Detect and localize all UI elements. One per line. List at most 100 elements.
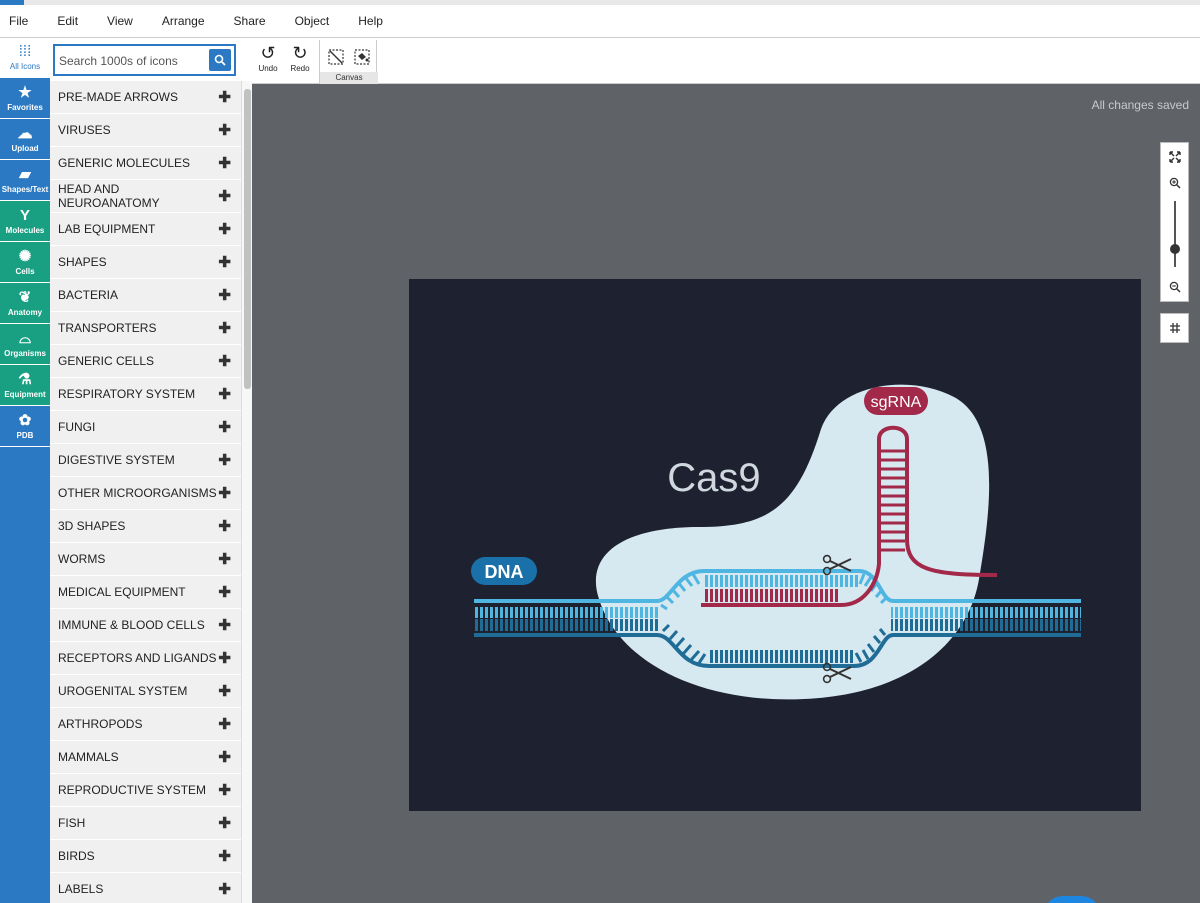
plus-icon: ✚ bbox=[218, 815, 231, 832]
kidney-icon: ❦ bbox=[18, 288, 32, 306]
category-label: IMMUNE & BLOOD CELLS bbox=[58, 618, 205, 632]
category-label: FUNGI bbox=[58, 420, 96, 434]
category-label: HEAD AND NEUROANATOMY bbox=[58, 182, 160, 210]
cell-icon: ✺ bbox=[18, 247, 32, 265]
category-item[interactable]: VIRUSES ✚ bbox=[50, 114, 241, 147]
plus-icon: ✚ bbox=[218, 155, 231, 172]
plus-icon: ✚ bbox=[218, 881, 231, 898]
category-item[interactable]: OTHER MICROORGANISMS ✚ bbox=[50, 477, 241, 510]
zoom-out-button[interactable] bbox=[1161, 280, 1188, 298]
grid-toggle-button[interactable] bbox=[1160, 313, 1189, 343]
grid-dots-icon: ⁞⁞⁞ bbox=[18, 43, 32, 60]
category-item[interactable]: IMMUNE & BLOOD CELLS ✚ bbox=[50, 609, 241, 642]
plus-icon: ✚ bbox=[218, 353, 231, 370]
rail-label: Shapes/Text bbox=[1, 184, 49, 194]
category-item[interactable]: LABELS ✚ bbox=[50, 873, 241, 903]
dna-top-open-rungs bbox=[704, 575, 859, 587]
rail-label: PDB bbox=[16, 430, 34, 440]
menu-arrange[interactable]: Arrange bbox=[162, 14, 205, 28]
plus-icon: ✚ bbox=[218, 122, 231, 139]
plus-icon: ✚ bbox=[218, 782, 231, 799]
menu-edit[interactable]: Edit bbox=[57, 14, 78, 28]
redo-button[interactable]: ↻ Redo bbox=[285, 42, 315, 73]
category-label: REPRODUCTIVE SYSTEM bbox=[58, 783, 207, 797]
cas9-label: Cas9 bbox=[667, 456, 760, 500]
zoom-slider-track[interactable] bbox=[1174, 201, 1176, 267]
category-item[interactable]: GENERIC MOLECULES ✚ bbox=[50, 147, 241, 180]
chat-help-button[interactable] bbox=[1043, 896, 1101, 903]
category-item[interactable]: 3D SHAPES ✚ bbox=[50, 510, 241, 543]
category-item[interactable]: BACTERIA ✚ bbox=[50, 279, 241, 312]
plus-icon: ✚ bbox=[218, 749, 231, 766]
zoom-in-button[interactable] bbox=[1161, 176, 1188, 194]
menu-share[interactable]: Share bbox=[234, 14, 266, 28]
artboard[interactable]: Cas9 sgRNA DNA bbox=[409, 279, 1141, 811]
undo-button[interactable]: ↺ Undo bbox=[253, 42, 283, 73]
category-item[interactable]: BIRDS ✚ bbox=[50, 840, 241, 873]
category-item[interactable]: LAB EQUIPMENT ✚ bbox=[50, 213, 241, 246]
category-item[interactable]: HEAD AND NEUROANATOMY ✚ bbox=[50, 180, 241, 213]
rail-pdb[interactable]: ✿ PDB bbox=[0, 406, 50, 447]
category-label: RESPIRATORY SYSTEM bbox=[58, 387, 196, 401]
rail-label: Organisms bbox=[4, 348, 46, 358]
rail-upload[interactable]: ☁ Upload bbox=[0, 119, 50, 160]
rail-cells[interactable]: ✺ Cells bbox=[0, 242, 50, 283]
rail-label: Molecules bbox=[5, 225, 45, 235]
category-label: LABELS bbox=[58, 882, 104, 896]
category-item[interactable]: RESPIRATORY SYSTEM ✚ bbox=[50, 378, 241, 411]
cloud-upload-icon: ☁ bbox=[17, 124, 33, 142]
resize-canvas-icon[interactable] bbox=[327, 48, 345, 66]
plus-icon: ✚ bbox=[218, 848, 231, 865]
category-label: UROGENITAL SYSTEM bbox=[58, 684, 188, 698]
canvas-workspace: All changes saved Cas9 sgRNA DNA bbox=[252, 84, 1200, 903]
rail-all-icons[interactable]: ⁞⁞⁞ All Icons bbox=[0, 38, 50, 78]
category-item[interactable]: FISH ✚ bbox=[50, 807, 241, 840]
edit-toolbar: ↺ Undo ↻ Redo Canvas bbox=[252, 38, 1200, 84]
zoom-slider-handle[interactable] bbox=[1170, 244, 1180, 254]
menu-bar: File Edit View Arrange Share Object Help bbox=[0, 5, 1200, 38]
category-item[interactable]: WORMS ✚ bbox=[50, 543, 241, 576]
shapes-text-icon: ▰ bbox=[19, 165, 31, 183]
scrollbar-thumb[interactable] bbox=[244, 89, 251, 389]
canvas-fill-icon[interactable] bbox=[353, 48, 371, 66]
category-label: ARTHROPODS bbox=[58, 717, 143, 731]
rail-molecules[interactable]: Y Molecules bbox=[0, 201, 50, 242]
category-item[interactable]: PRE-MADE ARROWS ✚ bbox=[50, 81, 241, 114]
fit-to-screen-button[interactable] bbox=[1161, 150, 1188, 168]
sgrna-guide-rungs bbox=[704, 589, 839, 602]
category-item[interactable]: UROGENITAL SYSTEM ✚ bbox=[50, 675, 241, 708]
search-input[interactable] bbox=[59, 51, 204, 70]
menu-help[interactable]: Help bbox=[358, 14, 383, 28]
menu-object[interactable]: Object bbox=[295, 14, 330, 28]
category-label: VIRUSES bbox=[58, 123, 111, 137]
rail-equipment[interactable]: ⚗ Equipment bbox=[0, 365, 50, 406]
rail-favorites[interactable]: ★ Favorites bbox=[0, 78, 50, 119]
rail-shapes-text[interactable]: ▰ Shapes/Text bbox=[0, 160, 50, 201]
canvas-group-label: Canvas bbox=[320, 72, 378, 84]
menu-file[interactable]: File bbox=[9, 14, 28, 28]
dna-strand-left-bottom-rungs bbox=[474, 619, 659, 631]
category-item[interactable]: SHAPES ✚ bbox=[50, 246, 241, 279]
menu-view[interactable]: View bbox=[107, 14, 133, 28]
star-icon: ★ bbox=[18, 83, 32, 101]
canvas-tool-group: Canvas bbox=[319, 40, 378, 84]
category-item[interactable]: RECEPTORS AND LIGANDS ✚ bbox=[50, 642, 241, 675]
plus-icon: ✚ bbox=[218, 452, 231, 469]
category-item[interactable]: DIGESTIVE SYSTEM ✚ bbox=[50, 444, 241, 477]
antibody-icon: Y bbox=[19, 206, 30, 224]
category-scrollbar[interactable] bbox=[241, 81, 252, 903]
category-item[interactable]: MAMMALS ✚ bbox=[50, 741, 241, 774]
dna-strand-right-bottom-rungs bbox=[891, 619, 1081, 631]
category-item[interactable]: GENERIC CELLS ✚ bbox=[50, 345, 241, 378]
category-item[interactable]: TRANSPORTERS ✚ bbox=[50, 312, 241, 345]
category-item[interactable]: REPRODUCTIVE SYSTEM ✚ bbox=[50, 774, 241, 807]
plus-icon: ✚ bbox=[218, 221, 231, 238]
plus-icon: ✚ bbox=[218, 254, 231, 271]
category-item[interactable]: FUNGI ✚ bbox=[50, 411, 241, 444]
category-item[interactable]: ARTHROPODS ✚ bbox=[50, 708, 241, 741]
category-label: BACTERIA bbox=[58, 288, 119, 302]
rail-organisms[interactable]: ⌓ Organisms bbox=[0, 324, 50, 365]
category-item[interactable]: MEDICAL EQUIPMENT ✚ bbox=[50, 576, 241, 609]
rail-anatomy[interactable]: ❦ Anatomy bbox=[0, 283, 50, 324]
search-button[interactable] bbox=[209, 49, 231, 71]
